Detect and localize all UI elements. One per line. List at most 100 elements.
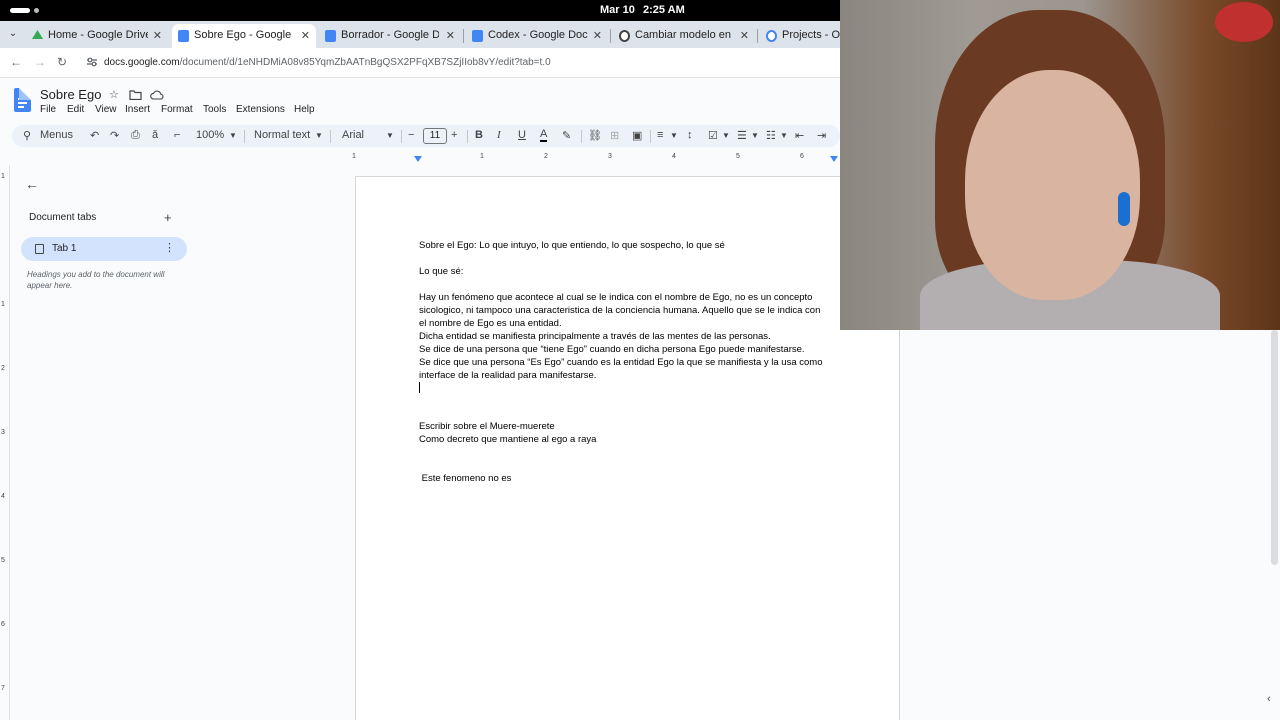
highlight-color-icon[interactable]: ✎ [562,129,571,142]
document-line[interactable]: Dicha entidad se manifiesta principalmen… [419,330,771,343]
document-title[interactable]: Sobre Ego [40,87,101,102]
checklist-icon[interactable]: ☑ [708,129,718,142]
paint-format-icon[interactable]: ⌐ [174,129,180,141]
browser-tab-drive[interactable]: Home - Google Drive ✕ [26,24,168,48]
font-dropdown-icon[interactable]: ▼ [386,131,394,140]
underline-icon[interactable]: U [518,129,526,141]
drive-icon [32,30,43,39]
toolbar-separator [581,130,582,143]
close-outline-back-icon[interactable]: ← [25,176,39,192]
browser-tab-borrador[interactable]: Borrador - Google Docs ✕ [319,24,461,48]
menu-file[interactable]: File [40,104,56,115]
document-line[interactable]: sicologico, ni tampoco una caracteristic… [419,304,820,317]
bulleted-list-icon[interactable]: ☰ [737,129,747,142]
document-heading-line[interactable]: Sobre el Ego: Lo que intuyo, lo que enti… [419,239,725,252]
browser-tab-cambiar-modelo[interactable]: Cambiar modelo en Codex ✕ [613,24,755,48]
text-color-icon[interactable]: A [540,129,548,142]
left-indent-marker[interactable] [414,156,422,162]
numbered-list-icon[interactable]: ☷ [766,129,776,142]
document-tab-1[interactable]: Tab 1 ⋮ [21,237,187,261]
menu-tools[interactable]: Tools [203,104,226,115]
close-tab-icon[interactable]: ✕ [740,29,749,42]
horizontal-ruler[interactable]: 1 1 2 3 4 5 6 [12,153,840,165]
font-size-input[interactable]: 11 [423,128,447,144]
add-tab-plus-icon[interactable]: + [164,210,172,225]
browser-tab-sobre-ego[interactable]: Sobre Ego - Google Docs ✕ [172,24,316,48]
right-indent-marker[interactable] [830,156,838,162]
paragraph-style-select[interactable]: Normal text [254,129,310,141]
site-settings-icon[interactable] [86,57,98,67]
search-menus-input[interactable]: Menus [40,129,73,141]
workspace-dot[interactable] [34,8,39,13]
ruler-number: 2 [544,153,548,160]
document-line[interactable]: el nombre de Ego es una entidad. [419,317,562,330]
document-line[interactable]: Hay un fenómeno que acontece al cual se … [419,291,812,304]
document-line[interactable]: Este fenomeno no es [419,472,512,485]
reload-icon[interactable]: ↻ [57,55,67,69]
menu-help[interactable]: Help [294,104,315,115]
increase-font-size-icon[interactable]: + [451,129,457,141]
document-line[interactable]: Se dice de una persona que “tiene Ego” c… [419,343,805,356]
bold-icon[interactable]: B [475,129,483,141]
workspace-indicator[interactable] [10,8,30,13]
tab-separator [463,29,464,43]
bullet-dropdown-icon[interactable]: ▼ [751,131,759,140]
spellcheck-icon[interactable]: ǎ [152,129,158,141]
document-line[interactable]: interface de la realidad para manifestar… [419,369,596,382]
tab-search-chevron-icon[interactable]: ⌄ [4,25,22,43]
menu-format[interactable]: Format [161,104,193,115]
close-tab-icon[interactable]: ✕ [301,29,310,42]
tab-document-icon [35,244,44,254]
menu-edit[interactable]: Edit [67,104,84,115]
text-cursor [419,382,420,393]
menu-insert[interactable]: Insert [125,104,150,115]
star-icon[interactable]: ☆ [109,88,119,101]
search-icon[interactable]: ⚲ [23,129,31,142]
toolbar-separator [244,130,245,143]
ruler-number: 1 [1,173,5,180]
numbered-dropdown-icon[interactable]: ▼ [780,131,788,140]
align-left-icon[interactable]: ≡ [657,129,663,141]
browser-tab-codex[interactable]: Codex - Google Docs ✕ [466,24,608,48]
zoom-dropdown-icon[interactable]: ▼ [229,131,237,140]
docs-logo-icon[interactable] [14,88,31,112]
browser-tab-projects[interactable]: Projects - Op [760,24,840,48]
insert-image-icon[interactable]: ▣ [632,129,642,142]
line-spacing-icon[interactable]: ↕ [687,129,693,141]
close-tab-icon[interactable]: ✕ [153,29,162,42]
zoom-select[interactable]: 100% [196,129,224,141]
undo-icon[interactable]: ↶ [90,129,99,142]
tab-label: Tab 1 [52,243,77,254]
move-folder-icon[interactable] [129,90,142,100]
menu-extensions[interactable]: Extensions [236,104,285,115]
docs-icon [325,30,336,42]
checklist-dropdown-icon[interactable]: ▼ [722,131,730,140]
page-scrollbar[interactable] [1271,330,1278,565]
menu-view[interactable]: View [95,104,117,115]
redo-icon[interactable]: ↷ [110,129,119,142]
style-dropdown-icon[interactable]: ▼ [315,131,323,140]
decrease-font-size-icon[interactable]: − [408,129,414,141]
align-dropdown-icon[interactable]: ▼ [670,131,678,140]
add-comment-icon[interactable]: ⊞ [610,129,619,142]
italic-icon[interactable]: I [497,129,501,141]
document-line[interactable]: Lo que sé: [419,265,463,278]
decrease-indent-icon[interactable]: ⇤ [795,129,804,142]
increase-indent-icon[interactable]: ⇥ [817,129,826,142]
document-line[interactable]: Como decreto que mantiene al ego a raya [419,433,596,446]
document-line[interactable]: Se dice que una persona “Es Ego” cuando … [419,356,822,369]
insert-link-icon[interactable]: ⛓ [588,129,602,142]
cloud-status-icon[interactable] [150,90,164,100]
document-line[interactable]: Escribir sobre el Muere-muerete [419,420,555,433]
close-tab-icon[interactable]: ✕ [593,29,602,42]
tab-more-options-icon[interactable]: ⋮ [164,241,175,254]
forward-arrow-icon[interactable]: → [34,55,46,69]
globe-icon [766,30,777,42]
close-tab-icon[interactable]: ✕ [446,29,455,42]
font-select[interactable]: Arial [342,129,364,141]
print-icon[interactable]: ⎙ [131,129,140,142]
document-page[interactable] [355,176,900,720]
back-arrow-icon[interactable]: ← [10,55,22,69]
url-field[interactable]: docs.google.com/document/d/1eNHDMiA08v85… [104,57,551,68]
side-panel-toggle-icon[interactable]: ‹ [1267,693,1271,705]
